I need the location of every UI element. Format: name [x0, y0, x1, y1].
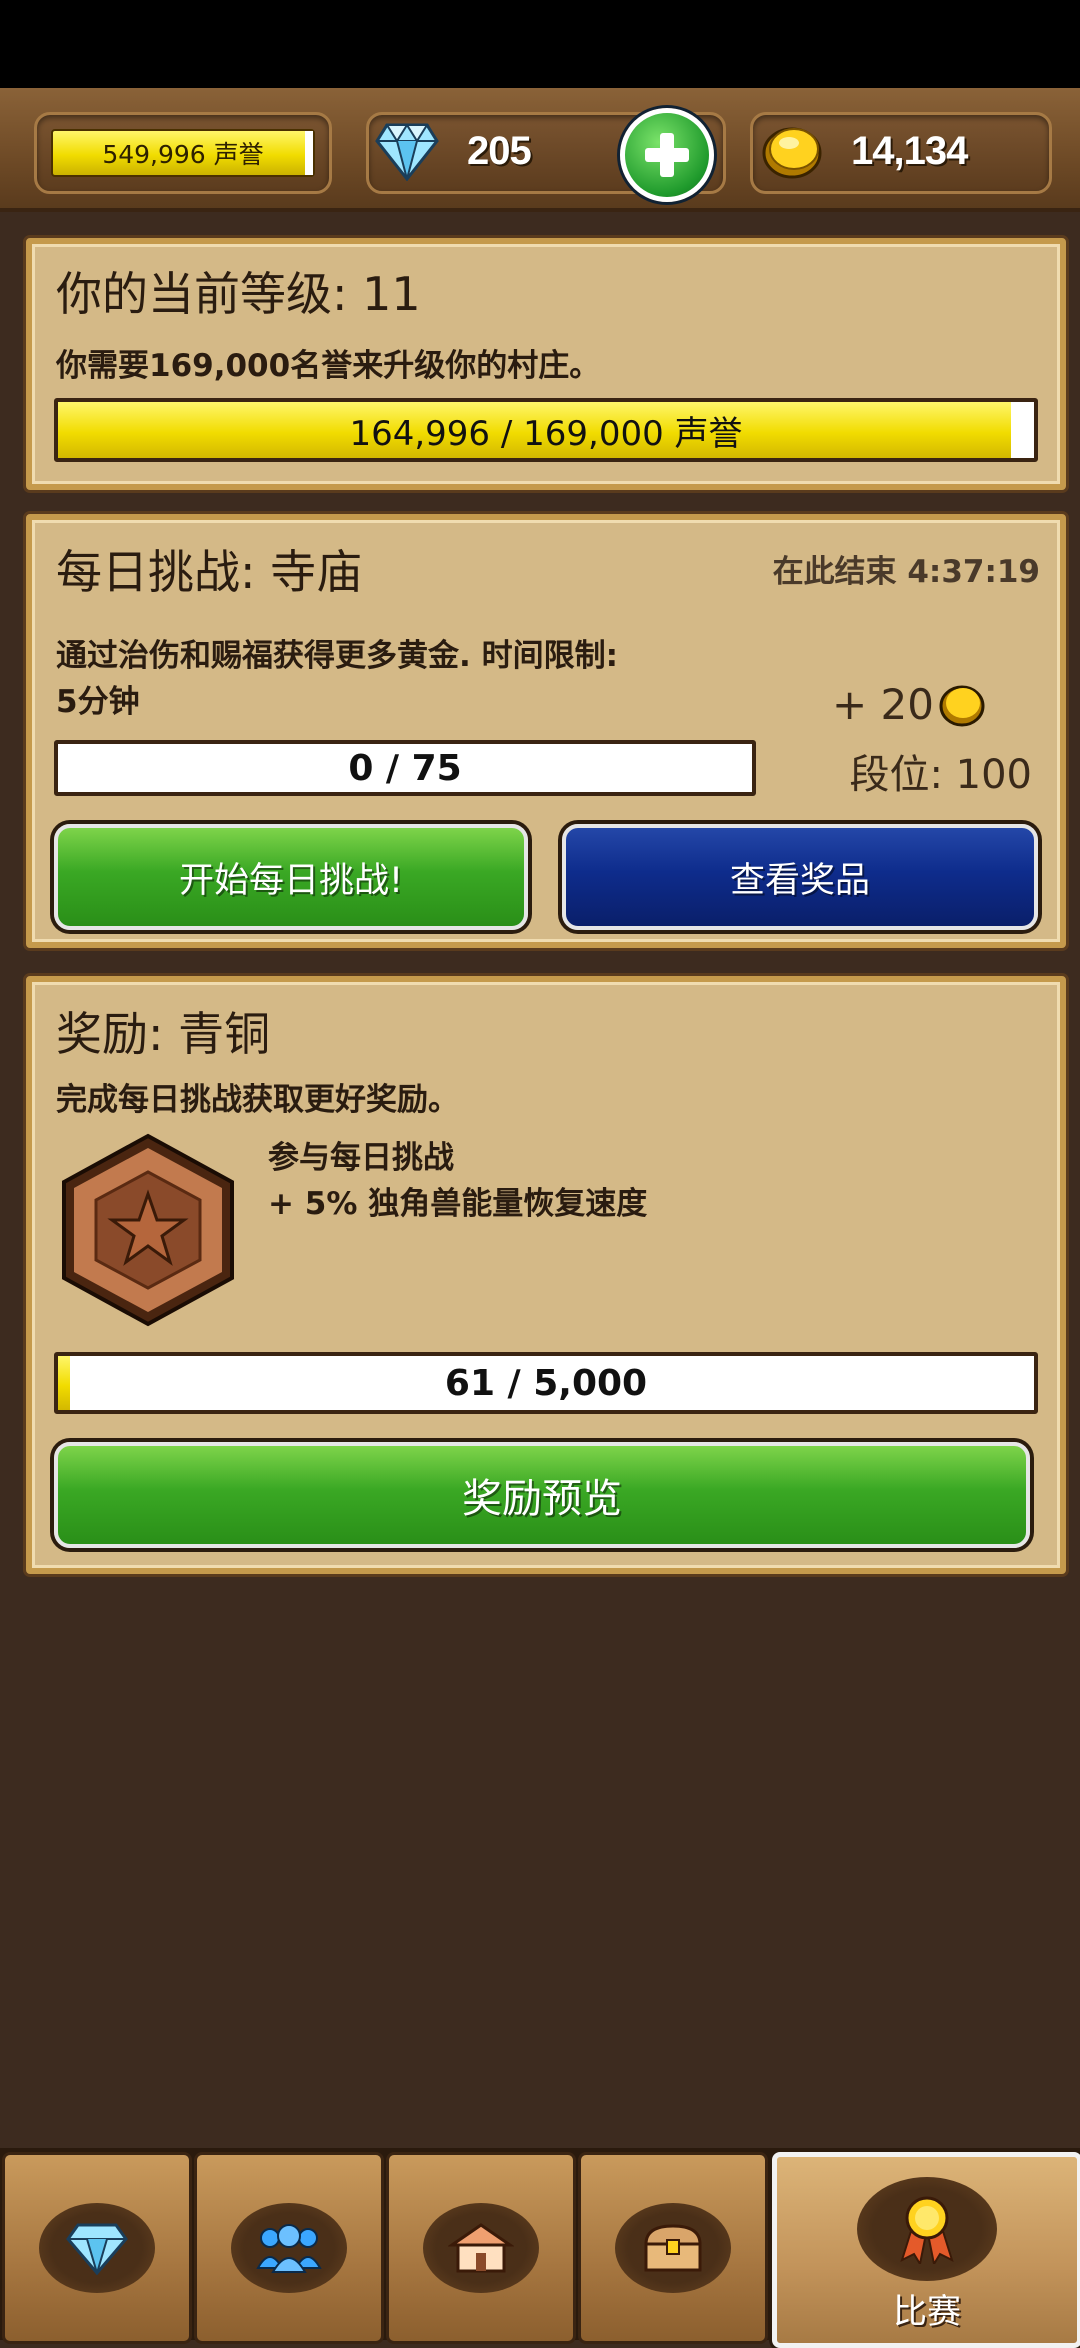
reward-progress-fill: [58, 1356, 70, 1410]
view-prizes-button[interactable]: 查看奖品: [562, 824, 1038, 930]
tab-competition-label: 比赛: [893, 2292, 961, 2332]
fame-counter[interactable]: 549,996 声誉: [34, 112, 332, 194]
level-description: 你需要169,000名誉来升级你的村庄。: [56, 348, 601, 384]
tab-competition-well: [857, 2177, 997, 2281]
level-title: 你的当前等级: 11: [56, 267, 421, 321]
tab-people-well: [231, 2203, 347, 2293]
gem-count: 205: [467, 129, 532, 173]
tab-gems-well: [39, 2203, 155, 2293]
bronze-medal-icon: [62, 1133, 234, 1327]
tab-village[interactable]: [386, 2152, 576, 2344]
gold-count: 14,134: [851, 129, 968, 173]
daily-challenge-time-limit: 5分钟: [56, 684, 140, 720]
plus-icon: [645, 133, 689, 177]
reward-title: 奖励: 青铜: [56, 1007, 271, 1061]
daily-progress-bar: 0 / 75: [54, 740, 756, 796]
daily-challenge-description: 通过治伤和赐福获得更多黄金. 时间限制:: [56, 638, 618, 674]
tab-competition[interactable]: 比赛: [772, 2152, 1080, 2348]
fame-label: 549,996 声誉: [51, 129, 315, 177]
tab-village-well: [423, 2203, 539, 2293]
daily-challenge-panel: 每日挑战: 寺庙 在此结束 4:37:19 通过治伤和赐福获得更多黄金. 时间限…: [26, 514, 1066, 948]
gold-coin-icon: [762, 127, 822, 179]
people-icon: [256, 2224, 322, 2273]
fame-progress-bar: 164,996 / 169,000 声誉: [54, 398, 1038, 462]
reward-description: 完成每日挑战获取更好奖励。: [56, 1082, 459, 1118]
chest-icon: [644, 2224, 702, 2272]
gold-counter[interactable]: 14,134: [750, 112, 1052, 194]
bottom-nav: 比赛: [0, 2148, 1080, 2348]
fame-progress-text: 164,996 / 169,000 声誉: [349, 413, 743, 454]
reward-bonus-effect: + 5% 独角兽能量恢复速度: [268, 1186, 648, 1222]
daily-challenge-title: 每日挑战: 寺庙: [56, 545, 363, 599]
reward-preview-button[interactable]: 奖励预览: [54, 1442, 1030, 1548]
status-bar: [0, 0, 1080, 88]
reward-panel: 奖励: 青铜 完成每日挑战获取更好奖励。 参与每日挑战 + 5% 独角兽能量恢复…: [26, 976, 1066, 1574]
start-daily-challenge-button[interactable]: 开始每日挑战!: [54, 824, 528, 930]
daily-reward: + 20: [832, 680, 986, 729]
gem-icon: [66, 2223, 128, 2275]
resource-bar: 549,996 声誉 205 14,134: [0, 88, 1080, 212]
medal-icon: [900, 2196, 954, 2264]
reward-bonus-title: 参与每日挑战: [268, 1140, 454, 1176]
diamond-icon: [375, 123, 439, 181]
tab-people[interactable]: [194, 2152, 384, 2344]
reward-progress-text: 61 / 5,000: [444, 1362, 648, 1404]
daily-reward-text: + 20: [832, 680, 934, 729]
buy-gems-button[interactable]: [620, 108, 714, 202]
tab-gems[interactable]: [2, 2152, 192, 2344]
level-panel: 你的当前等级: 11 你需要169,000名誉来升级你的村庄。 164,996 …: [26, 238, 1066, 490]
daily-progress-text: 0 / 75: [348, 747, 462, 789]
tab-chest[interactable]: [578, 2152, 768, 2344]
reward-progress-bar: 61 / 5,000: [54, 1352, 1038, 1414]
gold-coin-icon: [939, 685, 985, 726]
daily-rank: 段位: 100: [849, 752, 1032, 798]
tab-chest-well: [615, 2203, 731, 2293]
village-icon: [448, 2223, 514, 2273]
daily-challenge-timer: 在此结束 4:37:19: [772, 554, 1040, 590]
